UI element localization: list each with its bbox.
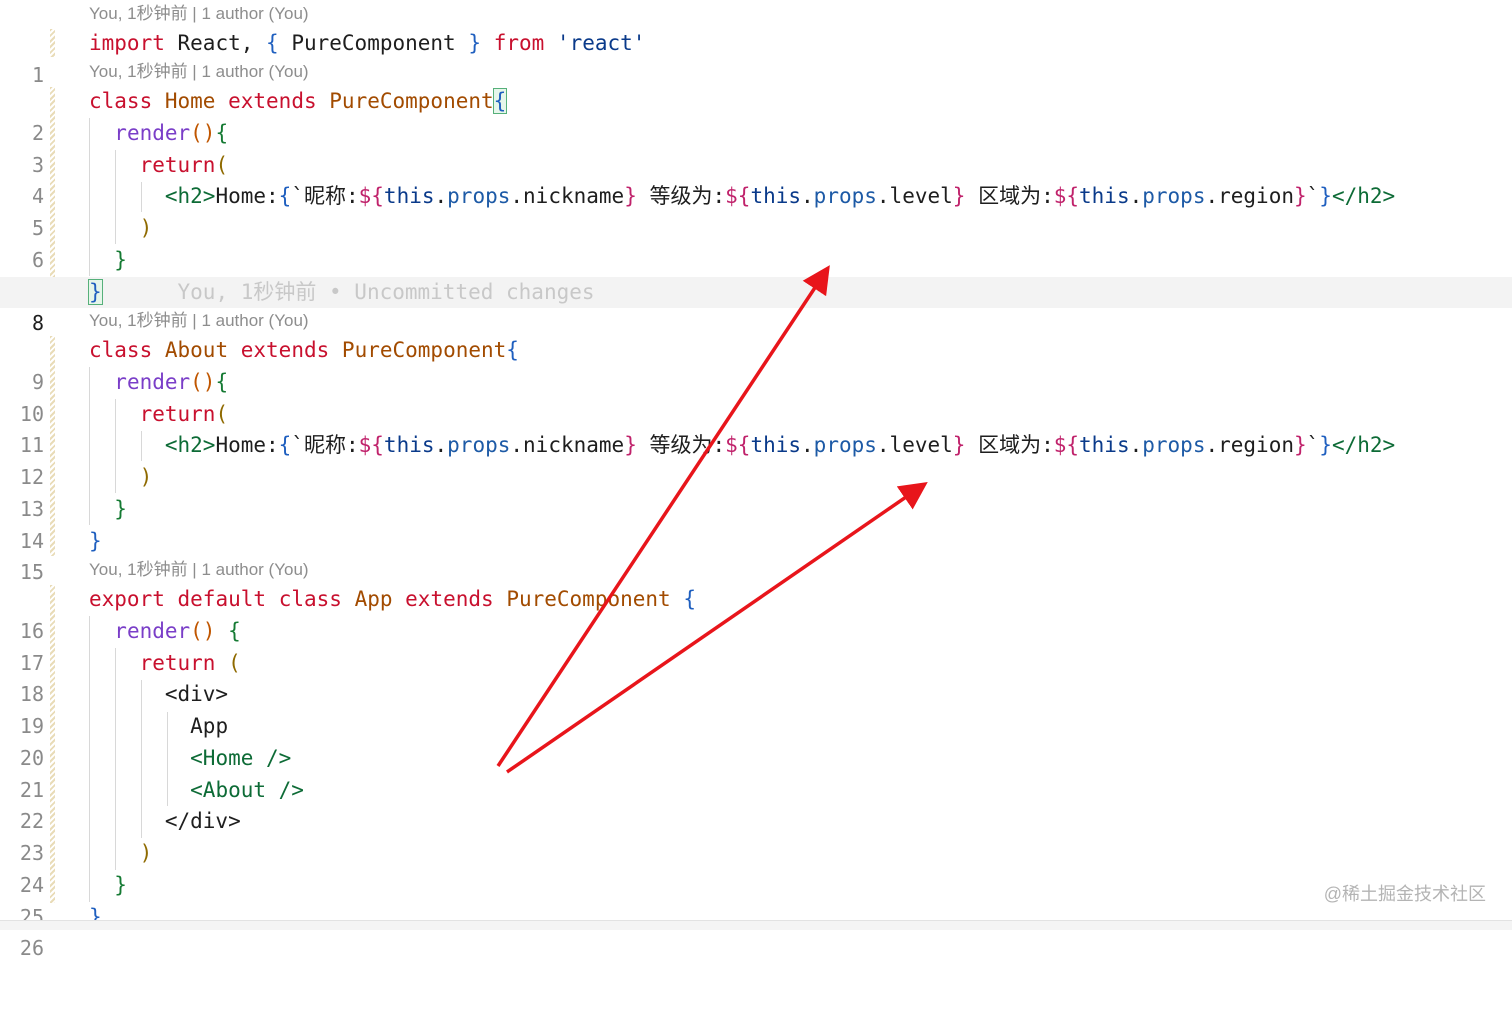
code-line-active: 8 } You, 1秒钟前 • Uncommitted changes: [0, 276, 1512, 335]
code-line: 9 class About extends PureComponent{: [0, 335, 1512, 394]
template-text: 区域为:: [965, 184, 1054, 209]
jsx-text: Home:: [215, 184, 279, 209]
keyword-from: from: [493, 31, 545, 55]
codelens-author[interactable]: You, 1秒钟前 | 1 author (You): [89, 557, 309, 583]
property-props: props: [447, 184, 511, 209]
code-line: 4 return(: [0, 150, 1512, 209]
method-render: render: [114, 369, 191, 394]
code-editor[interactable]: You, 1秒钟前 | 1 author (You) 1 import Reac…: [0, 0, 1512, 960]
code-line: 15 }: [0, 526, 1512, 585]
string-react: 'react': [556, 31, 646, 55]
code-line: 3 render(){: [0, 118, 1512, 177]
keyword-return: return: [139, 152, 216, 177]
code-line: 21 <Home />: [0, 743, 1512, 802]
code-line: 20 App: [0, 711, 1512, 770]
keyword-this: this: [750, 433, 802, 458]
code-line: 19 <div>: [0, 679, 1512, 738]
code-line: 10 render(){: [0, 367, 1512, 426]
code-line: 23 </div>: [0, 806, 1512, 865]
keyword-this: this: [750, 184, 802, 209]
keyword-return: return: [139, 650, 216, 675]
keyword-this: this: [383, 184, 435, 209]
keyword-extends: extends: [240, 338, 330, 362]
keyword-class: class: [89, 338, 153, 362]
keyword-class: class: [89, 89, 153, 113]
code-line: 17 render() {: [0, 616, 1512, 675]
code-line: 12 <h2>Home:{`昵称:${this.props.nickname} …: [0, 430, 1512, 489]
keyword-this: this: [383, 433, 435, 458]
jsx-component-home: <Home />: [190, 745, 292, 770]
jsx-text: Home:: [215, 433, 279, 458]
keyword-class: class: [278, 587, 342, 611]
identifier-purecomponent: PureComponent: [341, 338, 507, 362]
code-line: 11 return(: [0, 399, 1512, 458]
jsx-text-app: App: [190, 714, 229, 738]
keyword-export: export: [89, 587, 165, 611]
codelens-author[interactable]: You, 1秒钟前 | 1 author (You): [89, 308, 309, 334]
method-render: render: [114, 120, 191, 145]
property-props: props: [813, 433, 877, 458]
bracket-match-highlight: }: [88, 278, 103, 305]
keyword-return: return: [139, 401, 216, 426]
codelens-author[interactable]: You, 1秒钟前 | 1 author (You): [89, 1, 309, 27]
code-line: 24 ): [0, 838, 1512, 897]
identifier-purecomponent: PureComponent: [329, 89, 494, 113]
template-text: 区域为:: [965, 433, 1054, 458]
template-text: 等级为:: [636, 184, 726, 209]
property-props: props: [1142, 433, 1206, 458]
code-line: 7 }: [0, 245, 1512, 304]
property-region: region: [1218, 433, 1294, 458]
code-line: 16 export default class App extends Pure…: [0, 584, 1512, 643]
code-line: 1 import React, { PureComponent } from '…: [0, 28, 1512, 87]
class-name-home: Home: [164, 89, 216, 113]
line-number: 26: [19, 936, 44, 961]
watermark: @稀土掘金技术社区: [1323, 884, 1486, 904]
code-line: 6 ): [0, 213, 1512, 272]
jsx-component-about: <About />: [190, 777, 304, 802]
property-nickname: nickname: [523, 184, 625, 209]
keyword-import: import: [89, 31, 165, 55]
identifier-purecomponent: PureComponent: [506, 587, 671, 611]
identifier-react: React: [177, 31, 241, 55]
class-name-app: App: [354, 587, 393, 611]
template-text: 昵称:: [303, 184, 359, 209]
codelens-author[interactable]: You, 1秒钟前 | 1 author (You): [89, 59, 309, 85]
property-nickname: nickname: [523, 433, 625, 458]
git-blame-inline: You, 1秒钟前 • Uncommitted changes: [177, 279, 595, 304]
jsx-tag-h2-close: </h2>: [1331, 433, 1396, 458]
keyword-this: this: [1079, 184, 1130, 209]
class-name-about: About: [164, 338, 229, 362]
keyword-default: default: [177, 587, 267, 611]
jsx-tag-h2-close: </h2>: [1331, 184, 1396, 209]
property-level: level: [889, 433, 953, 458]
code-line: 25 }: [0, 870, 1512, 929]
bracket-match-highlight: {: [492, 88, 508, 114]
property-level: level: [889, 184, 953, 209]
keyword-extends: extends: [405, 587, 494, 611]
code-line: 22 <About />: [0, 775, 1512, 834]
code-line: 14 }: [0, 494, 1512, 553]
template-text: 等级为:: [636, 433, 726, 458]
property-props: props: [447, 433, 511, 458]
code-line: 13 ): [0, 462, 1512, 521]
code-line: 2 class Home extends PureComponent{: [0, 86, 1512, 145]
jsx-tag-h2-open: <h2>: [164, 184, 216, 209]
property-props: props: [813, 184, 877, 209]
code-line: 18 return (: [0, 648, 1512, 707]
property-region: region: [1218, 184, 1294, 209]
keyword-this: this: [1079, 433, 1130, 458]
jsx-tag-h2-open: <h2>: [164, 433, 216, 458]
template-text: 昵称:: [303, 433, 359, 458]
property-props: props: [1142, 184, 1206, 209]
method-render: render: [114, 618, 191, 643]
code-line: 5 <h2>Home:{`昵称:${this.props.nickname} 等…: [0, 181, 1512, 240]
jsx-tag-div-open: <div>: [164, 682, 229, 707]
keyword-extends: extends: [228, 89, 317, 113]
jsx-tag-div-close: </div>: [164, 809, 241, 834]
identifier-purecomponent: PureComponent: [291, 31, 456, 55]
